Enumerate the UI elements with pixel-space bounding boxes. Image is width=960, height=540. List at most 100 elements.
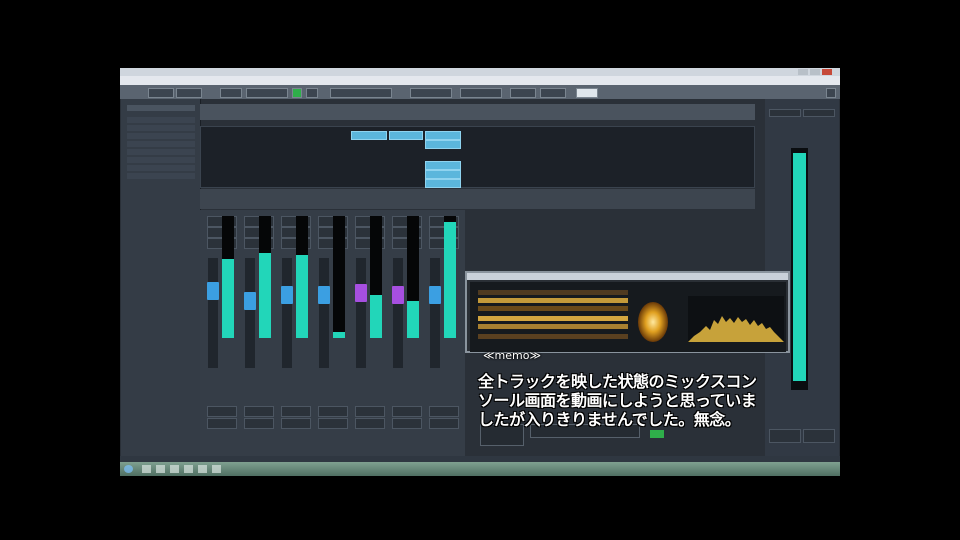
mixer-console	[200, 210, 465, 456]
level-bar	[478, 290, 628, 295]
channel-level-meter	[444, 216, 456, 338]
audio-clip[interactable]	[351, 131, 387, 140]
taskbar-clock[interactable]	[822, 464, 836, 474]
toolbar-button[interactable]	[246, 88, 288, 98]
pane-tab[interactable]	[769, 109, 801, 117]
memo-line-1: 全トラックを映した状態のミックスコン	[478, 372, 757, 391]
play-icon[interactable]	[650, 430, 664, 438]
channel-button[interactable]	[244, 418, 274, 429]
mixer-channel-strip	[278, 210, 312, 456]
toolbar-button[interactable]	[330, 88, 392, 98]
fader-cap[interactable]	[429, 286, 441, 304]
volume-fader[interactable]	[208, 258, 218, 368]
fader-cap[interactable]	[355, 284, 367, 302]
audio-clip[interactable]	[425, 170, 461, 179]
channel-button[interactable]	[355, 406, 385, 417]
level-bar	[478, 306, 628, 311]
meter-plugin-window[interactable]	[465, 271, 790, 353]
channel-level-meter	[222, 216, 234, 338]
toolbar-button[interactable]	[460, 88, 502, 98]
tree-item[interactable]	[127, 157, 195, 163]
toolbar-button[interactable]	[148, 88, 174, 98]
volume-fader[interactable]	[319, 258, 329, 368]
start-button-icon[interactable]	[124, 465, 133, 473]
channel-button[interactable]	[318, 418, 348, 429]
toolbar-button[interactable]	[826, 88, 836, 98]
channel-button[interactable]	[429, 418, 459, 429]
meter-fill	[444, 222, 456, 338]
taskbar-app-icon[interactable]	[212, 465, 221, 473]
fader-cap[interactable]	[281, 286, 293, 304]
audio-clip[interactable]	[389, 131, 423, 140]
volume-fader[interactable]	[430, 258, 440, 368]
insert-rack-row	[200, 189, 755, 209]
audio-clip[interactable]	[425, 140, 461, 149]
tree-item[interactable]	[127, 149, 195, 155]
taskbar-app-icon[interactable]	[156, 465, 165, 473]
menu-item[interactable]	[160, 76, 184, 85]
tree-item[interactable]	[127, 165, 195, 171]
plugin-titlebar[interactable]	[467, 273, 788, 280]
volume-fader[interactable]	[393, 258, 403, 368]
menu-item[interactable]	[124, 76, 154, 85]
track-header-row	[200, 104, 755, 120]
channel-button[interactable]	[355, 418, 385, 429]
audio-clip[interactable]	[425, 179, 461, 188]
tree-item[interactable]	[127, 141, 195, 147]
channel-button[interactable]	[281, 418, 311, 429]
channel-button[interactable]	[392, 406, 422, 417]
mixer-channel-strip	[241, 210, 275, 456]
fader-cap[interactable]	[244, 292, 256, 310]
pane-tab[interactable]	[127, 105, 195, 111]
tree-item[interactable]	[127, 133, 195, 139]
channel-button[interactable]	[392, 418, 422, 429]
toolbar-button[interactable]	[176, 88, 202, 98]
channel-button[interactable]	[207, 418, 237, 429]
channel-level-meter	[333, 216, 345, 338]
pane-tab[interactable]	[803, 109, 835, 117]
taskbar-app-icon[interactable]	[170, 465, 179, 473]
menu-bar	[120, 76, 840, 85]
tree-item[interactable]	[127, 173, 195, 179]
audio-clip[interactable]	[425, 161, 461, 170]
arranger-area[interactable]	[200, 126, 755, 188]
volume-fader[interactable]	[245, 258, 255, 368]
channel-button[interactable]	[244, 406, 274, 417]
fader-cap[interactable]	[207, 282, 219, 300]
volume-fader[interactable]	[356, 258, 366, 368]
master-meter-fill	[793, 153, 806, 381]
tree-item[interactable]	[127, 125, 195, 131]
os-taskbar	[120, 462, 840, 476]
meter-fill	[407, 301, 419, 338]
minimize-icon[interactable]	[798, 69, 808, 75]
fader-cap[interactable]	[392, 286, 404, 304]
toolbar-button[interactable]	[576, 88, 598, 98]
channel-level-meter	[370, 216, 382, 338]
channel-button[interactable]	[318, 406, 348, 417]
taskbar-app-icon[interactable]	[142, 465, 151, 473]
toolbar-button[interactable]	[220, 88, 242, 98]
close-icon[interactable]	[822, 69, 832, 75]
mixer-channel-strip	[389, 210, 423, 456]
meter-fill	[370, 295, 382, 338]
fader-cap[interactable]	[318, 286, 330, 304]
channel-button[interactable]	[281, 406, 311, 417]
play-icon[interactable]	[292, 88, 302, 98]
channel-button[interactable]	[429, 406, 459, 417]
control-button[interactable]	[769, 429, 801, 443]
record-icon[interactable]	[306, 88, 318, 98]
channel-button[interactable]	[207, 406, 237, 417]
tree-item[interactable]	[127, 117, 195, 123]
toolbar-button[interactable]	[540, 88, 566, 98]
taskbar-app-icon[interactable]	[184, 465, 193, 473]
audio-clip[interactable]	[425, 131, 461, 140]
taskbar-app-icon[interactable]	[198, 465, 207, 473]
toolbar-button[interactable]	[410, 88, 452, 98]
maximize-icon[interactable]	[810, 69, 820, 75]
channel-level-meter	[296, 216, 308, 338]
volume-fader[interactable]	[282, 258, 292, 368]
control-button[interactable]	[803, 429, 835, 443]
menu-item[interactable]	[190, 76, 220, 85]
toolbar-button[interactable]	[510, 88, 536, 98]
memo-line-2: ソール画面を動画にしようと思っていま	[478, 391, 757, 410]
